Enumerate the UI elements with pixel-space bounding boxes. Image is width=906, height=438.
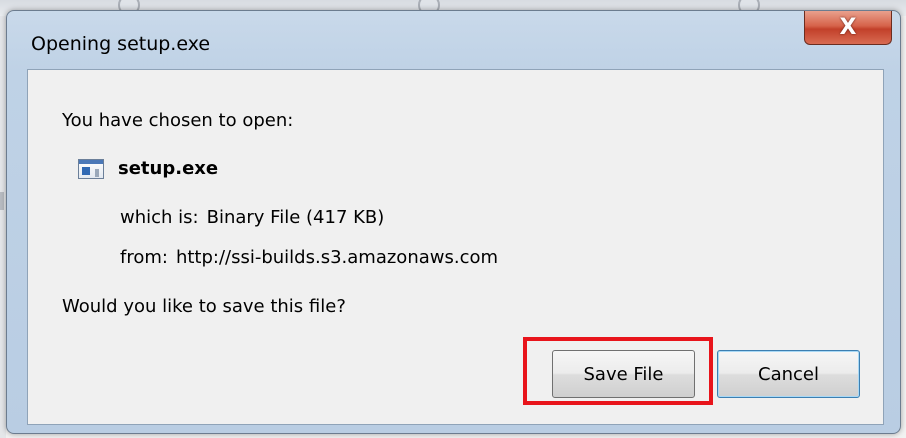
background-edge-mark [0,192,4,210]
close-icon: X [839,14,857,40]
file-source-row: from: http://ssi-builds.s3.amazonaws.com [120,247,498,268]
open-prompt-text: You have chosen to open: [62,110,294,131]
file-name: setup.exe [118,158,219,179]
file-type-row: which is: Binary File (417 KB) [120,207,384,228]
file-type-value: Binary File (417 KB) [206,207,385,228]
close-button[interactable]: X [804,11,892,45]
from-label: from: [120,247,168,268]
dialog-title: Opening setup.exe [31,33,211,55]
opening-file-dialog: Opening setup.exe X You have chosen to o… [6,10,901,434]
save-file-button[interactable]: Save File [552,350,695,398]
cancel-button[interactable]: Cancel [717,350,860,398]
file-row: setup.exe [78,158,218,179]
which-is-label: which is: [120,207,199,228]
dialog-client-area: You have chosen to open: setup.exe which… [27,69,884,425]
executable-file-icon [78,158,104,179]
save-question-text: Would you like to save this file? [62,296,346,317]
file-source-url: http://ssi-builds.s3.amazonaws.com [175,247,499,268]
